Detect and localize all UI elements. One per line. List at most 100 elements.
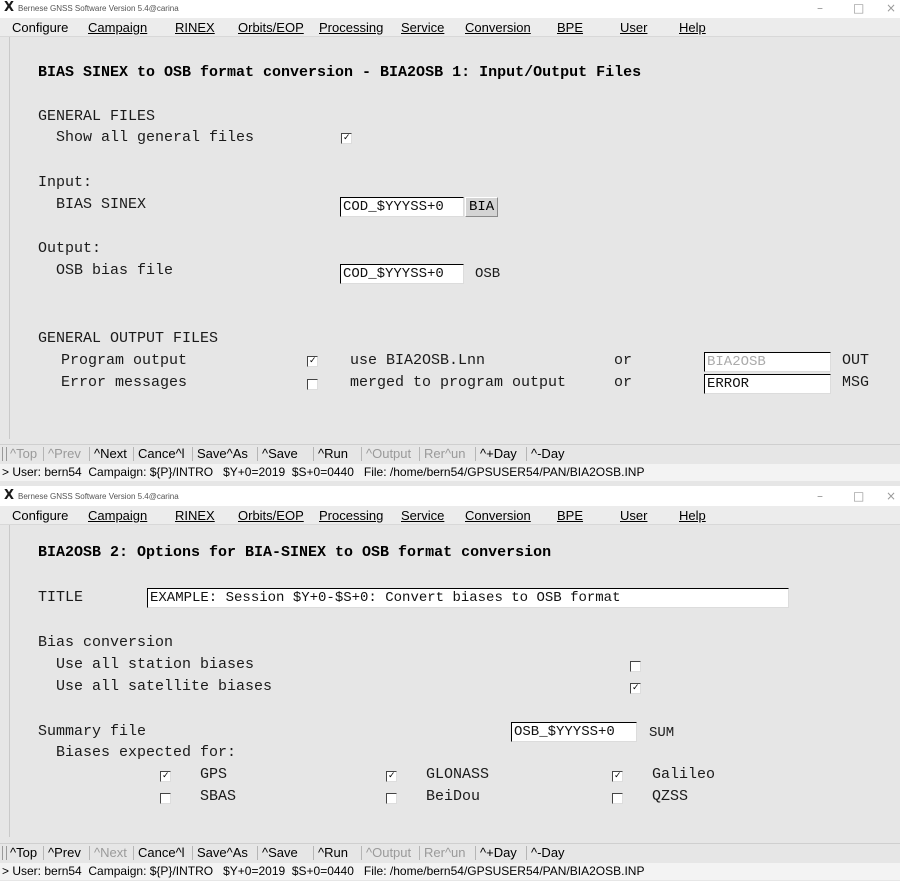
prog-output-text: use BIA2OSB.Lnn bbox=[350, 352, 486, 369]
toolbar-separator bbox=[257, 447, 258, 461]
save-button[interactable]: ^Save bbox=[262, 845, 298, 860]
prev-button[interactable]: ^Prev bbox=[48, 446, 81, 461]
close-icon[interactable]: × bbox=[886, 1, 896, 15]
save-button[interactable]: ^Save bbox=[262, 446, 298, 461]
menu-campaign[interactable]: Campaign bbox=[88, 20, 147, 35]
err-file-input[interactable]: ERROR bbox=[704, 374, 831, 394]
menu-processing[interactable]: Processing bbox=[319, 508, 383, 523]
gen-output-header: GENERAL OUTPUT FILES bbox=[38, 330, 219, 347]
glonass-label: GLONASS bbox=[426, 766, 490, 783]
err-text: merged to program output bbox=[350, 374, 567, 391]
toolbar-separator bbox=[475, 447, 476, 461]
summary-input[interactable]: OSB_$YYYSS+0 bbox=[511, 722, 637, 742]
show-all-checkbox[interactable] bbox=[341, 133, 352, 144]
toolbar-separator bbox=[475, 846, 476, 860]
title-label: TITLE bbox=[38, 589, 84, 606]
next-button[interactable]: ^Next bbox=[94, 845, 127, 860]
plus-day-button[interactable]: ^+Day bbox=[480, 845, 517, 860]
menu-service[interactable]: Service bbox=[401, 20, 444, 35]
menu-bpe[interactable]: BPE bbox=[557, 20, 583, 35]
bias-sinex-ext-button[interactable]: BIA bbox=[465, 197, 499, 217]
plus-day-button[interactable]: ^+Day bbox=[480, 446, 517, 461]
window-title: Bernese GNSS Software Version 5.4@carina bbox=[18, 4, 179, 13]
menu-bpe[interactable]: BPE bbox=[557, 508, 583, 523]
qzss-checkbox[interactable] bbox=[612, 793, 623, 804]
save-as-button[interactable]: Save^As bbox=[197, 845, 248, 860]
bias-sinex-input[interactable]: COD_$YYYSS+0 bbox=[340, 197, 464, 217]
menu-configure[interactable]: Configure bbox=[12, 508, 68, 523]
prog-output-file-input[interactable]: BIA2OSB bbox=[704, 352, 831, 372]
menu-user[interactable]: User bbox=[620, 20, 647, 35]
err-or: or bbox=[614, 374, 633, 391]
close-icon[interactable]: × bbox=[886, 489, 896, 503]
toolbar-separator bbox=[313, 846, 314, 860]
minimize-icon[interactable]: – bbox=[817, 489, 823, 503]
title-input[interactable]: EXAMPLE: Session $Y+0-$S+0: Convert bias… bbox=[147, 588, 789, 608]
minimize-icon[interactable]: – bbox=[817, 1, 823, 15]
use-sat-checkbox[interactable] bbox=[630, 683, 641, 694]
output-button[interactable]: ^Output bbox=[366, 446, 411, 461]
toolbar-separator bbox=[89, 447, 90, 461]
menu-processing[interactable]: Processing bbox=[319, 20, 383, 35]
title-bar: X Bernese GNSS Software Version 5.4@cari… bbox=[0, 488, 900, 507]
cancel-button[interactable]: Cance^l bbox=[138, 845, 185, 860]
input-panel: BIAS SINEX to OSB format conversion - BI… bbox=[9, 37, 899, 439]
err-label: Error messages bbox=[61, 374, 188, 391]
toolbar-separator bbox=[257, 846, 258, 860]
run-button[interactable]: ^Run bbox=[318, 446, 348, 461]
menu-user[interactable]: User bbox=[620, 508, 647, 523]
galileo-checkbox[interactable] bbox=[612, 771, 623, 782]
menu-service[interactable]: Service bbox=[401, 508, 444, 523]
menu-orbits-eop[interactable]: Orbits/EOP bbox=[238, 20, 304, 35]
save-as-button[interactable]: Save^As bbox=[197, 446, 248, 461]
cancel-button[interactable]: Cance^l bbox=[138, 446, 185, 461]
minus-day-button[interactable]: ^-Day bbox=[531, 845, 565, 860]
menu-bar: Configure Campaign RINEX Orbits/EOP Proc… bbox=[0, 18, 900, 37]
window-title: Bernese GNSS Software Version 5.4@carina bbox=[18, 492, 179, 501]
toolbar-separator bbox=[89, 846, 90, 860]
osb-input[interactable]: COD_$YYYSS+0 bbox=[340, 264, 464, 284]
x-logo-icon: X bbox=[4, 0, 15, 15]
err-checkbox[interactable] bbox=[307, 379, 318, 390]
toolbar-separator bbox=[133, 846, 134, 860]
prog-output-checkbox[interactable] bbox=[307, 356, 318, 367]
next-button[interactable]: ^Next bbox=[94, 446, 127, 461]
menu-configure[interactable]: Configure bbox=[12, 20, 68, 35]
toolbar-separator bbox=[192, 846, 193, 860]
menu-help[interactable]: Help bbox=[679, 508, 706, 523]
bias-sinex-label: BIAS SINEX bbox=[56, 196, 147, 213]
toolbar-separator bbox=[526, 846, 527, 860]
rerun-button[interactable]: Rer^un bbox=[424, 845, 466, 860]
minus-day-button[interactable]: ^-Day bbox=[531, 446, 565, 461]
top-button[interactable]: ^Top bbox=[10, 446, 37, 461]
use-station-checkbox[interactable] bbox=[630, 661, 641, 672]
toolbar-grip[interactable] bbox=[2, 447, 7, 461]
sbas-checkbox[interactable] bbox=[160, 793, 171, 804]
window-bia2osb-2: X Bernese GNSS Software Version 5.4@cari… bbox=[0, 488, 900, 881]
toolbar-grip[interactable] bbox=[2, 846, 7, 860]
menu-orbits-eop[interactable]: Orbits/EOP bbox=[238, 508, 304, 523]
top-button[interactable]: ^Top bbox=[10, 845, 37, 860]
biases-expected-label: Biases expected for: bbox=[56, 744, 237, 761]
glonass-checkbox[interactable] bbox=[386, 771, 397, 782]
menu-conversion[interactable]: Conversion bbox=[465, 20, 531, 35]
output-header: Output: bbox=[38, 240, 102, 257]
toolbar-separator bbox=[192, 447, 193, 461]
output-button[interactable]: ^Output bbox=[366, 845, 411, 860]
menu-rinex[interactable]: RINEX bbox=[175, 508, 215, 523]
maximize-icon[interactable]: □ bbox=[853, 1, 864, 15]
gps-checkbox[interactable] bbox=[160, 771, 171, 782]
run-button[interactable]: ^Run bbox=[318, 845, 348, 860]
menu-conversion[interactable]: Conversion bbox=[465, 508, 531, 523]
gps-label: GPS bbox=[200, 766, 228, 783]
beidou-checkbox[interactable] bbox=[386, 793, 397, 804]
summary-ext: SUM bbox=[649, 725, 675, 741]
menu-rinex[interactable]: RINEX bbox=[175, 20, 215, 35]
window-bia2osb-1: X Bernese GNSS Software Version 5.4@cari… bbox=[0, 0, 900, 486]
maximize-icon[interactable]: □ bbox=[853, 489, 864, 503]
panel-title: BIA2OSB 2: Options for BIA-SINEX to OSB … bbox=[38, 544, 552, 561]
menu-help[interactable]: Help bbox=[679, 20, 706, 35]
menu-campaign[interactable]: Campaign bbox=[88, 508, 147, 523]
prev-button[interactable]: ^Prev bbox=[48, 845, 81, 860]
rerun-button[interactable]: Rer^un bbox=[424, 446, 466, 461]
